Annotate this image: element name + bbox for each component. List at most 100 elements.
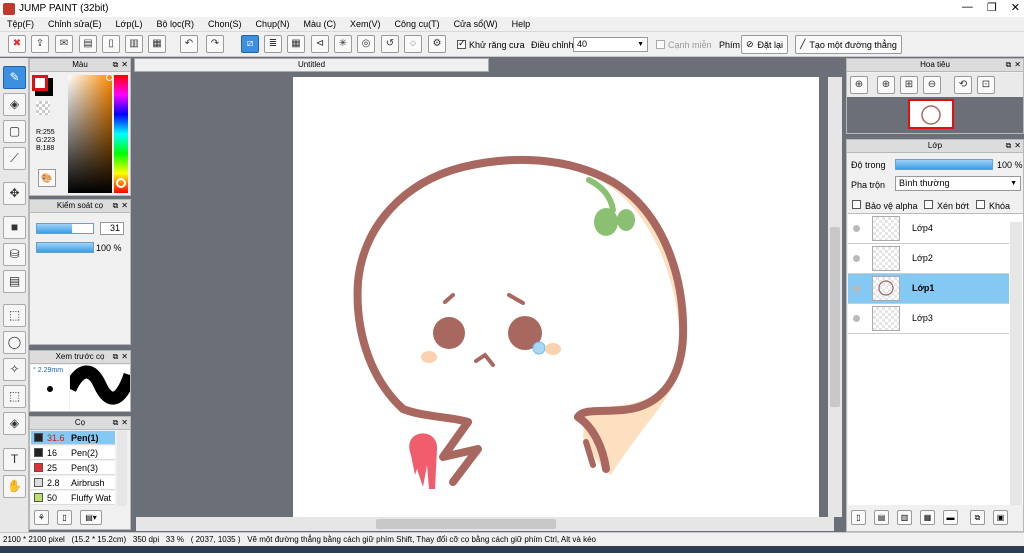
- lock-checkbox[interactable]: [976, 200, 985, 209]
- menu-tools[interactable]: Công cụ(T): [388, 19, 447, 29]
- canvas-horizontal-scrollbar[interactable]: [136, 517, 834, 531]
- export-icon[interactable]: ⇪: [31, 35, 49, 53]
- menu-help[interactable]: Help: [505, 19, 538, 29]
- panel-close-icon[interactable]: ✕: [121, 417, 128, 429]
- new-raster-layer-icon[interactable]: ▤: [874, 510, 889, 525]
- panel-float-icon[interactable]: ⧉: [113, 59, 119, 71]
- close-button[interactable]: ✕: [1011, 1, 1020, 14]
- document-tab[interactable]: Untitled: [134, 58, 489, 72]
- visibility-icon[interactable]: [853, 225, 860, 232]
- navigator-preview[interactable]: [847, 97, 1023, 133]
- duplicate-layer-icon[interactable]: ⧉: [970, 510, 985, 525]
- doc-icon[interactable]: ▥: [125, 35, 143, 53]
- panel-float-icon[interactable]: ⧉: [113, 200, 119, 212]
- protect-alpha-checkbox[interactable]: [852, 200, 861, 209]
- fill-rect-tool-icon[interactable]: ■: [3, 216, 26, 239]
- visibility-icon[interactable]: [853, 315, 860, 322]
- panel-close-icon[interactable]: ✕: [121, 59, 128, 71]
- zoom-plus-icon[interactable]: ⊕: [877, 76, 895, 94]
- pen-tool-icon[interactable]: ✎: [3, 66, 26, 89]
- radial-snap-icon[interactable]: ✳: [334, 35, 352, 53]
- fit-icon[interactable]: ⊞: [900, 76, 918, 94]
- layer-settings-icon[interactable]: ▣: [993, 510, 1008, 525]
- edge-checkbox[interactable]: [656, 40, 665, 49]
- magic-wand-tool-icon[interactable]: ✧: [3, 358, 26, 381]
- menu-filter[interactable]: Bộ lọc(R): [149, 19, 201, 29]
- brush-size-slider[interactable]: [36, 223, 94, 234]
- new-brush-icon[interactable]: ▯: [57, 510, 72, 525]
- brush-opacity-slider[interactable]: [36, 242, 94, 253]
- panel-close-icon[interactable]: ✕: [121, 351, 128, 363]
- visibility-icon[interactable]: [853, 285, 860, 292]
- panel-close-icon[interactable]: ✕: [121, 200, 128, 212]
- settings-snap-icon[interactable]: ⚙: [428, 35, 446, 53]
- reset-view-icon[interactable]: ⊡: [977, 76, 995, 94]
- menu-capture[interactable]: Chụp(N): [249, 19, 297, 29]
- brush-item[interactable]: 2.8 Airbrush: [31, 476, 115, 490]
- perspective-snap-icon[interactable]: ⊲: [311, 35, 329, 53]
- restore-button[interactable]: ❐: [987, 1, 997, 14]
- menu-select[interactable]: Chọn(S): [201, 19, 249, 29]
- menu-file[interactable]: Tệp(F): [0, 19, 41, 29]
- line-snap-icon[interactable]: ⧄: [241, 35, 259, 53]
- select-eraser-tool-icon[interactable]: ◈: [3, 412, 26, 435]
- add-brush-icon[interactable]: ⚘: [34, 510, 49, 525]
- hue-slider[interactable]: [114, 75, 128, 193]
- menu-color[interactable]: Màu (C): [297, 19, 344, 29]
- antialias-checkbox[interactable]: [457, 38, 466, 49]
- brush-item[interactable]: 25 Pen(3): [31, 461, 115, 475]
- speech-icon[interactable]: ▤: [79, 35, 97, 53]
- clipping-checkbox[interactable]: [924, 200, 933, 209]
- minimize-button[interactable]: —: [962, 1, 973, 14]
- panel-float-icon[interactable]: ⧉: [1006, 59, 1012, 71]
- circle-snap-icon[interactable]: ◌: [404, 35, 422, 53]
- new-layer-icon[interactable]: ▯: [851, 510, 866, 525]
- menu-layer[interactable]: Lớp(L): [109, 19, 150, 29]
- hscroll-thumb[interactable]: [376, 519, 556, 529]
- grid-snap-icon[interactable]: ▦: [287, 35, 305, 53]
- reset-button[interactable]: ⊘ Đặt lại: [741, 35, 789, 54]
- comment-icon[interactable]: ✉: [55, 35, 73, 53]
- concentric-snap-icon[interactable]: ◎: [357, 35, 375, 53]
- palette-icon[interactable]: 🎨: [38, 169, 56, 187]
- brush-item[interactable]: 50 Fluffy Wat: [31, 491, 115, 505]
- brush-menu-icon[interactable]: ▤▾: [80, 510, 102, 525]
- undo-icon[interactable]: ↶: [180, 35, 198, 53]
- make-line-button[interactable]: ╱ Tạo một đường thẳng: [795, 35, 902, 54]
- page-icon[interactable]: ▯: [102, 35, 120, 53]
- menu-edit[interactable]: Chỉnh sửa(E): [41, 19, 109, 29]
- brush-list-scrollbar[interactable]: [117, 431, 127, 506]
- curve-snap-icon[interactable]: ↺: [381, 35, 399, 53]
- move-tool-icon[interactable]: ✥: [3, 182, 26, 205]
- saturation-picker[interactable]: [68, 74, 113, 193]
- layer-row[interactable]: Lớp1: [848, 274, 1009, 304]
- panel-float-icon[interactable]: ⧉: [113, 351, 119, 363]
- zoom-in-icon[interactable]: ⊕: [850, 76, 868, 94]
- eraser-tool-icon[interactable]: ◈: [3, 93, 26, 116]
- layer-row[interactable]: Lớp3: [848, 304, 1009, 334]
- layer-row[interactable]: Lớp4: [848, 214, 1009, 244]
- rotate-icon[interactable]: ⟲: [954, 76, 972, 94]
- new-folder-icon[interactable]: ▬: [943, 510, 958, 525]
- fg-color-swatch[interactable]: [32, 75, 48, 91]
- rect-tool-icon[interactable]: ▢: [3, 120, 26, 143]
- vscroll-thumb[interactable]: [830, 227, 840, 407]
- navigator-viewport[interactable]: [908, 99, 954, 129]
- panel-close-icon[interactable]: ✕: [1014, 140, 1021, 152]
- blend-mode-select[interactable]: Bình thường ▼: [895, 176, 1021, 191]
- canvas-vertical-scrollbar[interactable]: [828, 77, 842, 517]
- adjust-select[interactable]: 40 ▼: [573, 37, 648, 52]
- layer-list-scrollbar[interactable]: [1010, 222, 1022, 505]
- panel-float-icon[interactable]: ⧉: [1006, 140, 1012, 152]
- brush-size-input[interactable]: 31: [100, 222, 124, 235]
- zoom-out-icon[interactable]: ⊖: [923, 76, 941, 94]
- transparent-swatch[interactable]: [36, 101, 50, 115]
- new-tone-layer-icon[interactable]: ▦: [920, 510, 935, 525]
- drawing-canvas[interactable]: [293, 77, 819, 517]
- lasso-tool-icon[interactable]: ◯: [3, 331, 26, 354]
- grid-doc-icon[interactable]: ▦: [148, 35, 166, 53]
- parallel-snap-icon[interactable]: ≣: [264, 35, 282, 53]
- visibility-icon[interactable]: [853, 255, 860, 262]
- brush-item[interactable]: 31.6 Pen(1): [31, 431, 115, 445]
- menu-window[interactable]: Cửa sổ(W): [447, 19, 505, 29]
